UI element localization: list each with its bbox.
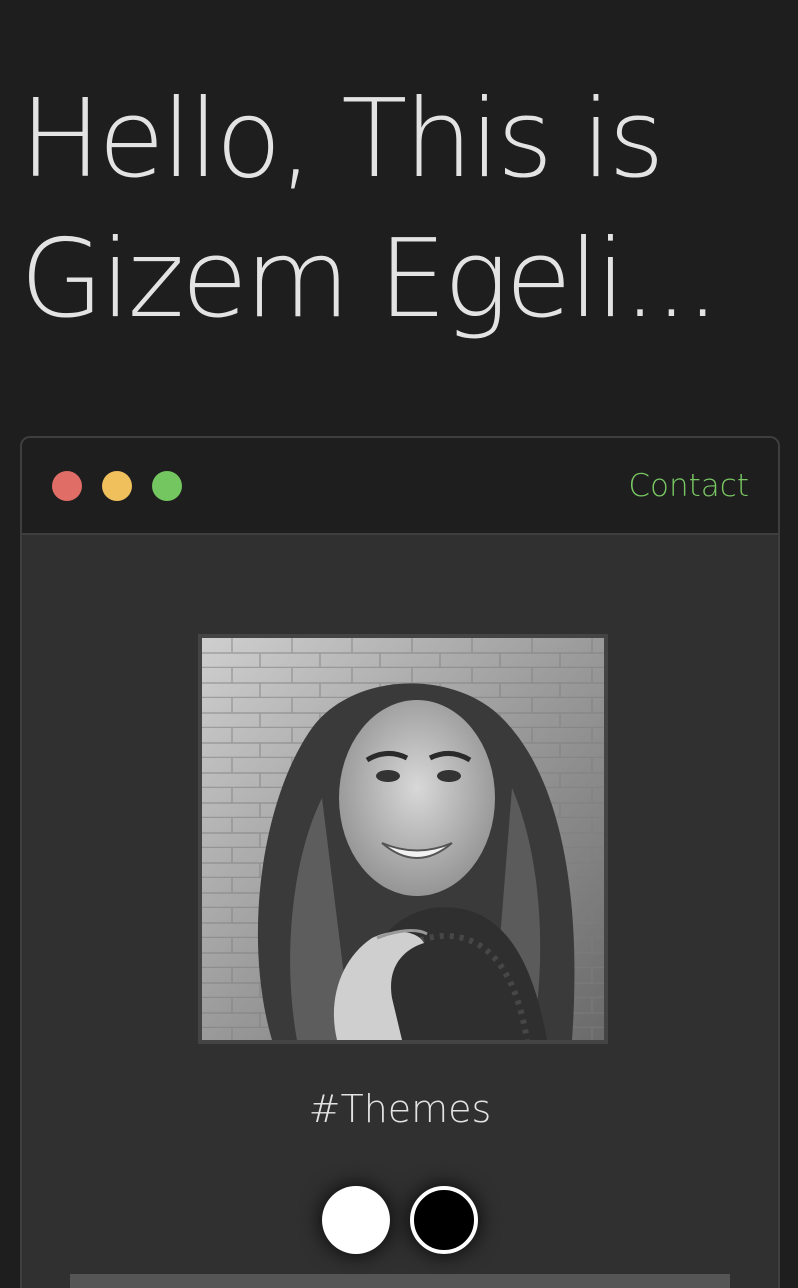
minimize-dot-icon[interactable] bbox=[102, 471, 132, 501]
profile-photo bbox=[198, 634, 608, 1044]
themes-heading: #Themes bbox=[308, 1087, 492, 1131]
light-theme-button[interactable] bbox=[322, 1186, 390, 1254]
intro-heading-line-2: Gizem Egeli... bbox=[20, 217, 720, 342]
intro-heading-line-1: Hello, This is bbox=[20, 77, 665, 202]
intro-heading: Hello, This is Gizem Egeli... bbox=[20, 70, 780, 350]
close-dot-icon[interactable] bbox=[52, 471, 82, 501]
portrait-photo-icon bbox=[202, 638, 604, 1040]
content-panel bbox=[70, 1274, 730, 1288]
maximize-dot-icon[interactable] bbox=[152, 471, 182, 501]
browser-window: Contact #Themes bbox=[20, 436, 780, 1288]
contact-link[interactable]: Contact bbox=[628, 466, 749, 506]
window-title-bar: Contact bbox=[22, 438, 778, 535]
dark-theme-button[interactable] bbox=[410, 1186, 478, 1254]
page: Hello, This is Gizem Egeli... Contact #T… bbox=[0, 0, 798, 1288]
